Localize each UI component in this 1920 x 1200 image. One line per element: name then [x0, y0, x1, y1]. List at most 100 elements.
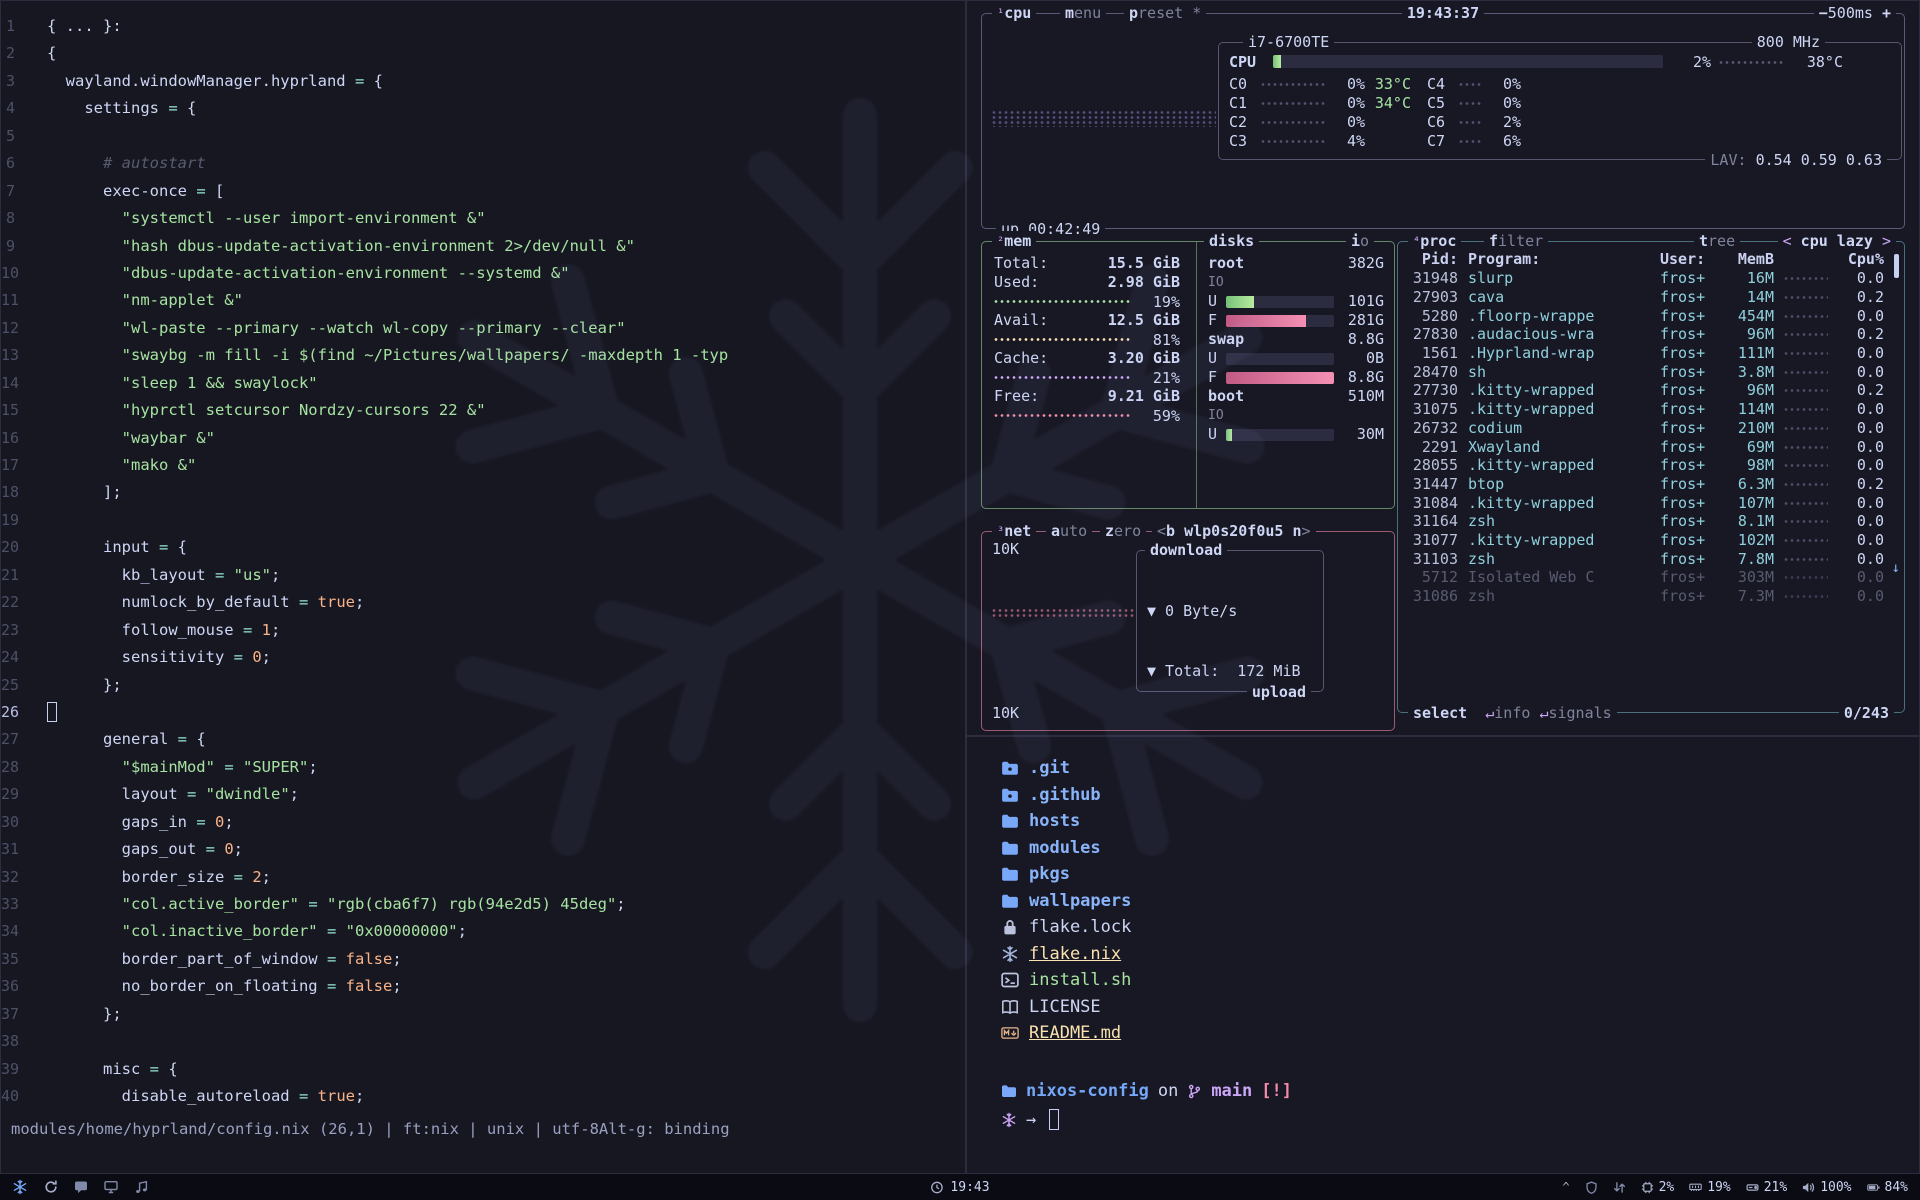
net-zero-button[interactable]: zero [1100, 521, 1146, 541]
scrollbar-thumb[interactable] [1894, 254, 1899, 278]
disk-name-row: root382G [1208, 254, 1384, 273]
cpu-usage-module[interactable]: 2% [1641, 1180, 1675, 1195]
display-app-icon[interactable] [104, 1180, 118, 1194]
code-line[interactable]: 30 gaps_in = 0; [1, 809, 965, 836]
memory-usage-module[interactable]: 19% [1689, 1180, 1730, 1195]
net-interface-selector[interactable]: <b wlp0s20f0u5 n> [1152, 521, 1316, 541]
process-row[interactable]: 31948slurpfros+16M0.0 [1408, 269, 1884, 288]
process-row[interactable]: 2291Xwaylandfros+69M0.0 [1408, 437, 1884, 456]
process-table-header[interactable]: Pid: Program: User: MemB Cpu% [1408, 250, 1884, 269]
code-line[interactable]: 25 }; [1, 672, 965, 699]
header-cpu[interactable]: Cpu% [1838, 250, 1884, 269]
code-line[interactable]: 35 border_part_of_window = false; [1, 946, 965, 973]
btop-window[interactable]: ¹cpu menu preset * 19:43:37 −500ms + i7-… [966, 0, 1920, 736]
shield-tray-icon[interactable] [1585, 1181, 1598, 1194]
line-number: 1 [1, 13, 47, 40]
code-line[interactable]: 3 wayland.windowManager.hyprland = { [1, 68, 965, 95]
code-line[interactable]: 6 # autostart [1, 150, 965, 177]
code-line[interactable]: 15 "hyprctl setcursor Nordzy-cursors 22 … [1, 397, 965, 424]
code-line[interactable]: 34 "col.inactive_border" = "0x00000000"; [1, 918, 965, 945]
process-row[interactable]: 27903cavafros+14M0.2 [1408, 288, 1884, 307]
process-row[interactable]: 31164zshfros+8.1M0.0 [1408, 512, 1884, 531]
header-pid[interactable]: Pid: [1408, 250, 1458, 269]
code-line[interactable]: 24 sensitivity = 0; [1, 644, 965, 671]
code-area[interactable]: 1{ ... }:2{3 wayland.windowManager.hyprl… [1, 13, 965, 1111]
code-line[interactable]: 21 kb_layout = "us"; [1, 562, 965, 589]
header-memb[interactable]: MemB [1720, 250, 1774, 269]
code-line[interactable]: 38 [1, 1028, 965, 1055]
code-line[interactable]: 37 }; [1, 1001, 965, 1028]
code-line[interactable]: 13 "swaybg -m fill -i $(find ~/Pictures/… [1, 342, 965, 369]
disk-usage-module[interactable]: 21% [1746, 1180, 1787, 1195]
code-line[interactable]: 5 [1, 123, 965, 150]
process-row[interactable]: 28055.kitty-wrappedfros+98M0.0 [1408, 456, 1884, 475]
code-line[interactable]: 1{ ... }: [1, 13, 965, 40]
preset-button[interactable]: preset * [1124, 3, 1206, 23]
update-interval-control[interactable]: −500ms + [1814, 3, 1896, 23]
code-line[interactable]: 2{ [1, 40, 965, 67]
terminal-window[interactable]: .git.githubhostsmodulespkgswallpapersfla… [966, 736, 1920, 1174]
chat-app-icon[interactable] [74, 1180, 88, 1194]
process-row[interactable]: 31084.kitty-wrappedfros+107M0.0 [1408, 493, 1884, 512]
mem-stat: Avail:12.5 GiB [994, 311, 1180, 330]
shell-input-line[interactable]: → [1001, 1109, 1059, 1130]
code-line[interactable]: 33 "col.active_border" = "rgb(cba6f7) rg… [1, 891, 965, 918]
io-mode-button[interactable]: io [1346, 231, 1374, 251]
process-row[interactable]: 5712Isolated Web Cfros+303M0.0 [1408, 568, 1884, 587]
code-line[interactable]: 40 disable_autoreload = true; [1, 1083, 965, 1110]
menu-button[interactable]: menu [1060, 3, 1106, 23]
header-user[interactable]: User: [1660, 250, 1720, 269]
process-row[interactable]: 1561.Hyprland-wrapfros+111M0.0 [1408, 344, 1884, 363]
code-line[interactable]: 12 "wl-paste --primary --watch wl-copy -… [1, 315, 965, 342]
code-line[interactable]: 29 layout = "dwindle"; [1, 781, 965, 808]
process-row[interactable]: 31086zshfros+7.3M0.0 [1408, 587, 1884, 606]
code-line[interactable]: 22 numlock_by_default = true; [1, 589, 965, 616]
battery-module[interactable]: 84% [1867, 1180, 1908, 1195]
net-auto-button[interactable]: auto [1046, 521, 1092, 541]
editor-window[interactable]: 1{ ... }:2{3 wayland.windowManager.hyprl… [0, 0, 966, 1174]
header-program[interactable]: Program: [1458, 250, 1660, 269]
volume-module[interactable]: 100% [1802, 1180, 1851, 1195]
code-line[interactable]: 8 "systemctl --user import-environment &… [1, 205, 965, 232]
memory-stats: Total:15.5 GiBUsed:2.98 GiB19%Avail:12.5… [994, 254, 1180, 425]
code-line[interactable]: 26 [1, 699, 965, 726]
code-line[interactable]: 27 general = { [1, 726, 965, 753]
nixos-menu-button[interactable] [12, 1179, 28, 1195]
process-row[interactable]: 31447btopfros+6.3M0.2 [1408, 475, 1884, 494]
process-row[interactable]: 26732codiumfros+210M0.0 [1408, 419, 1884, 438]
scroll-down-arrow[interactable]: ↓ [1892, 560, 1900, 576]
code-line[interactable]: 14 "sleep 1 && swaylock" [1, 370, 965, 397]
code-line[interactable]: 32 border_size = 2; [1, 864, 965, 891]
code-line[interactable]: 28 "$mainMod" = "SUPER"; [1, 754, 965, 781]
code-line[interactable]: 7 exec-once = [ [1, 178, 965, 205]
code-line[interactable]: 10 "dbus-update-activation-environment -… [1, 260, 965, 287]
code-line[interactable]: 17 "mako &" [1, 452, 965, 479]
code-line[interactable]: 11 "nm-applet &" [1, 287, 965, 314]
code-line[interactable]: 19 [1, 507, 965, 534]
process-row[interactable]: 31103zshfros+7.8M0.0 [1408, 549, 1884, 568]
code-line[interactable]: 36 no_border_on_floating = false; [1, 973, 965, 1000]
process-row[interactable]: 27830.audacious-wrafros+96M0.2 [1408, 325, 1884, 344]
sort-selector[interactable]: < cpu lazy > [1778, 231, 1896, 251]
code-line[interactable]: 31 gaps_out = 0; [1, 836, 965, 863]
process-row[interactable]: 5280.floorp-wrappefros+454M0.0 [1408, 306, 1884, 325]
code-line[interactable]: 39 misc = { [1, 1056, 965, 1083]
code-line[interactable]: 9 "hash dbus-update-activation-environme… [1, 233, 965, 260]
code-line[interactable]: 23 follow_mouse = 1; [1, 617, 965, 644]
tray-expand-button[interactable]: ^ [1562, 1180, 1569, 1194]
restart-button[interactable] [44, 1180, 58, 1194]
process-row[interactable]: 27730.kitty-wrappedfros+96M0.2 [1408, 381, 1884, 400]
music-app-icon[interactable] [134, 1180, 148, 1194]
process-row[interactable]: 28470shfros+3.8M0.0 [1408, 362, 1884, 381]
filter-button[interactable]: filter [1484, 231, 1548, 251]
code-line[interactable]: 20 input = { [1, 534, 965, 561]
tree-button[interactable]: tree [1694, 231, 1740, 251]
line-number: 5 [1, 123, 47, 150]
process-row[interactable]: 31077.kitty-wrappedfros+102M0.0 [1408, 531, 1884, 550]
code-line[interactable]: 16 "waybar &" [1, 425, 965, 452]
network-tray-icon[interactable] [1613, 1181, 1626, 1194]
process-row[interactable]: 31075.kitty-wrappedfros+114M0.0 [1408, 400, 1884, 419]
waybar-stats: 2% 19% 21% 100% 84% [1641, 1180, 1908, 1195]
code-line[interactable]: 4 settings = { [1, 95, 965, 122]
code-line[interactable]: 18 ]; [1, 479, 965, 506]
